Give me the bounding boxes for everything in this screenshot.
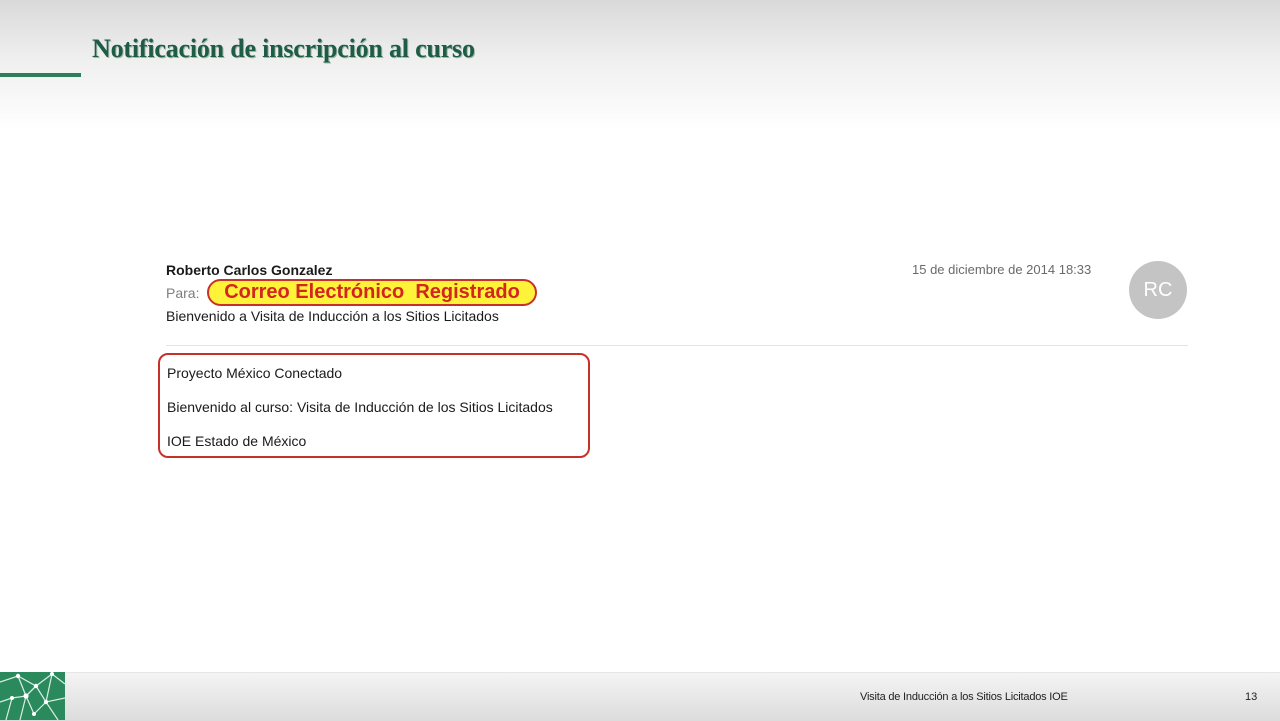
title-accent-rule bbox=[0, 73, 81, 77]
network-mesh-graphic bbox=[0, 672, 65, 720]
email-divider bbox=[166, 345, 1188, 346]
slide-footer bbox=[0, 672, 1280, 721]
recipient-highlight: Correo Electrónico Registrado bbox=[207, 279, 537, 306]
email-to-label: Para: bbox=[166, 285, 200, 301]
email-body-line: IOE Estado de México bbox=[167, 433, 307, 449]
slide-header bbox=[0, 0, 1280, 130]
email-date: 15 de diciembre de 2014 18:33 bbox=[912, 262, 1092, 277]
email-subject: Bienvenido a Visita de Inducción a los S… bbox=[166, 308, 499, 324]
footer-text: Visita de Inducción a los Sitios Licitad… bbox=[860, 691, 1068, 703]
email-body-line: Proyecto México Conectado bbox=[167, 365, 343, 381]
page-number: 13 bbox=[1245, 691, 1258, 703]
slide-title: Notificación de inscripción al curso bbox=[92, 34, 475, 63]
network-mesh-icon bbox=[0, 672, 65, 720]
avatar: RC bbox=[1129, 261, 1187, 319]
email-body-line: Bienvenido al curso: Visita de Inducción… bbox=[167, 399, 553, 415]
email-sender: Roberto Carlos Gonzalez bbox=[166, 262, 333, 278]
